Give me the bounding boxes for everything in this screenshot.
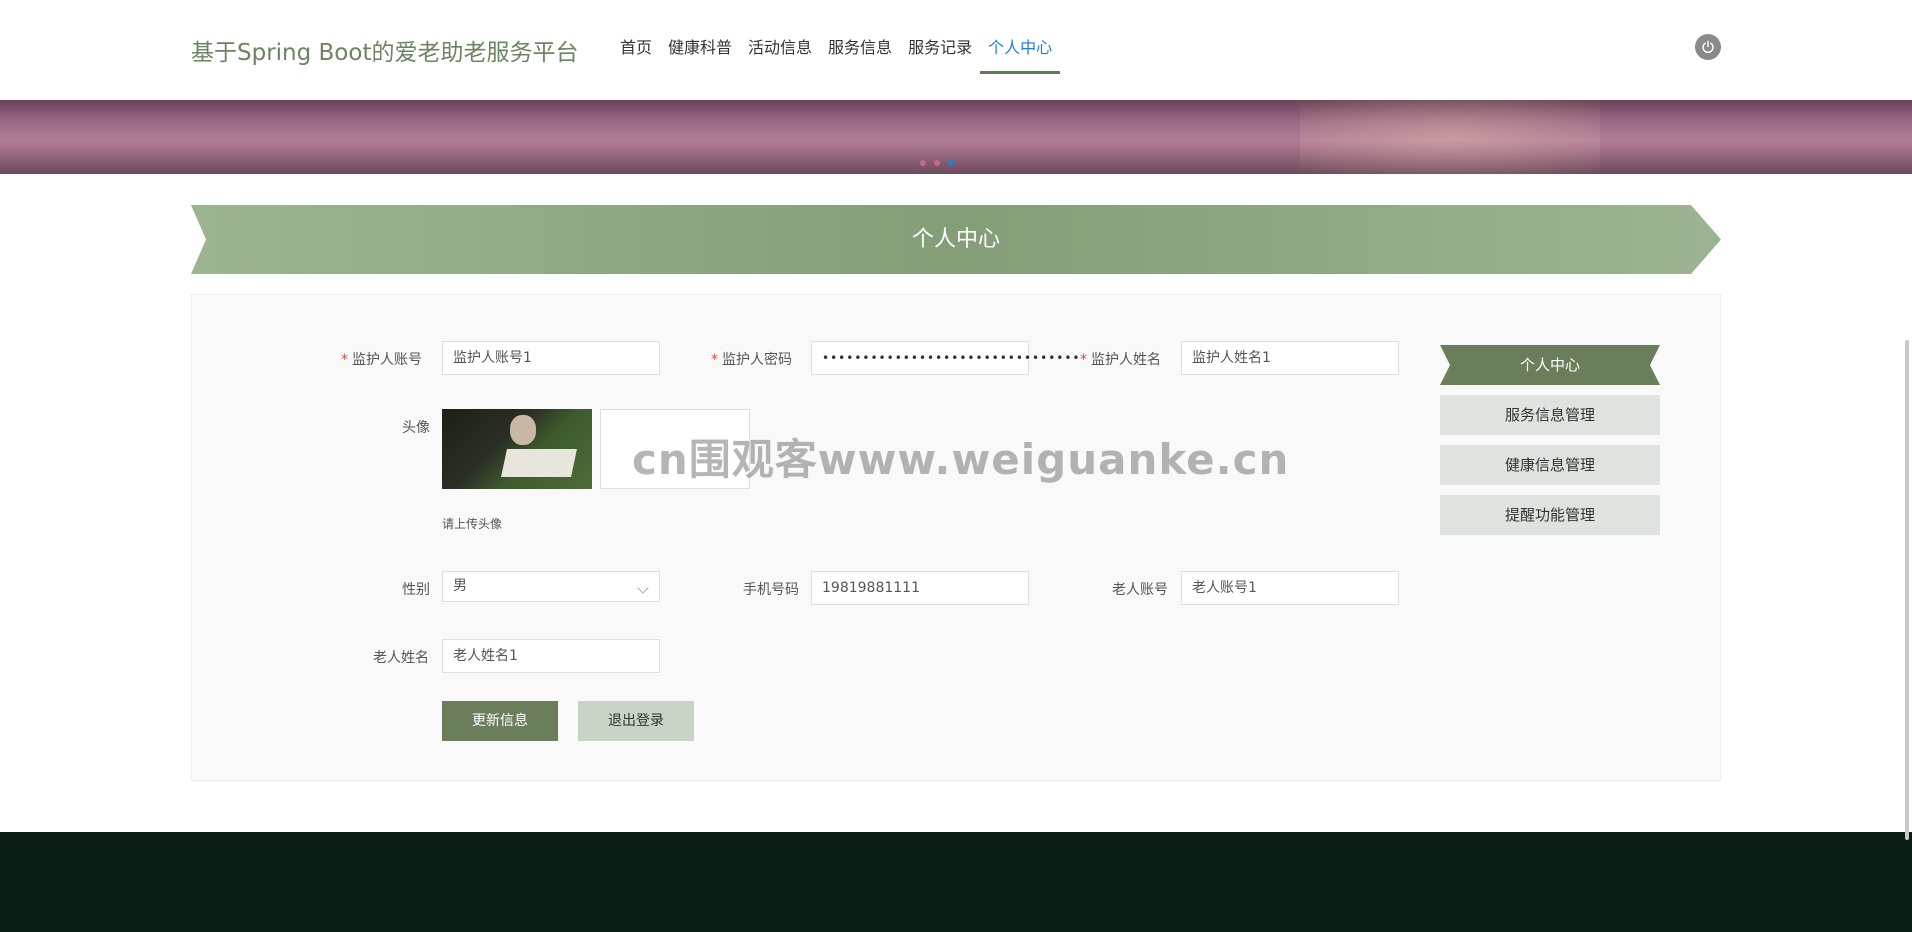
nav-item-activities[interactable]: 活动信息 [740,0,820,100]
side-menu-health-info-manage[interactable]: 健康信息管理 [1440,445,1660,485]
nav-item-home[interactable]: 首页 [612,0,660,100]
logout-button[interactable]: 退出登录 [578,701,694,741]
chevron-down-icon [637,582,649,594]
elder-account-label: 老人账号 [1112,582,1168,598]
required-mark: * [711,352,718,368]
phone-label: 手机号码 [743,582,799,598]
update-info-button[interactable]: 更新信息 [442,701,558,741]
guardian-name-input[interactable]: 监护人姓名1 [1181,341,1399,375]
power-icon[interactable] [1695,34,1721,60]
avatar-label: 头像 [402,420,430,436]
avatar-book [501,449,577,477]
main-nav: 首页 健康科普 活动信息 服务信息 服务记录 个人中心 [612,0,1061,100]
carousel-dots [920,160,954,166]
guardian-password-label: * 监护人密码 [711,352,792,368]
site-title[interactable]: 基于Spring Boot的爱老助老服务平台 [191,33,578,67]
avatar-image [442,409,592,489]
carousel-dot[interactable] [934,160,940,166]
side-menu-reminder-manage[interactable]: 提醒功能管理 [1440,495,1660,535]
side-menu-service-info-manage[interactable]: 服务信息管理 [1440,395,1660,435]
gender-label: 性别 [402,582,430,598]
required-mark: * [341,352,348,368]
section-header: 个人中心 [191,205,1721,274]
side-menu-label: 个人中心 [1519,356,1580,374]
nav-item-health-science[interactable]: 健康科普 [660,0,740,100]
page-scrollbar[interactable] [1905,340,1909,840]
guardian-account-label: * 监护人账号 [341,352,422,368]
banner-carousel[interactable] [0,100,1912,174]
footer [0,832,1912,932]
guardian-name-label: * 监护人姓名 [1080,352,1161,368]
header: 基于Spring Boot的爱老助老服务平台 首页 健康科普 活动信息 服务信息… [0,0,1912,100]
guardian-password-input[interactable]: •••••••••••••••••••••••••••••••• [811,341,1080,375]
carousel-dot-active[interactable] [948,160,954,166]
elder-name-label: 老人姓名 [373,650,429,666]
avatar-figure [510,415,536,445]
nav-item-service-info[interactable]: 服务信息 [820,0,900,100]
required-mark: * [1080,352,1087,368]
gender-select[interactable]: 男 [442,571,660,602]
carousel-dot[interactable] [920,160,926,166]
side-menu-personal-center[interactable]: 个人中心 [1440,345,1660,385]
gender-value: 男 [453,578,467,594]
nav-item-personal-center[interactable]: 个人中心 [980,0,1061,74]
guardian-account-input[interactable]: 监护人账号1 [442,341,660,375]
elder-name-input[interactable]: 老人姓名1 [442,639,660,673]
watermark: cn围观客www.weiguanke.cn [632,435,1290,484]
phone-input[interactable]: 19819881111 [811,571,1029,605]
section-title: 个人中心 [911,227,1000,252]
nav-item-service-records[interactable]: 服务记录 [900,0,980,100]
avatar-hint: 请上传头像 [442,517,503,531]
elder-account-input[interactable]: 老人账号1 [1181,571,1399,605]
